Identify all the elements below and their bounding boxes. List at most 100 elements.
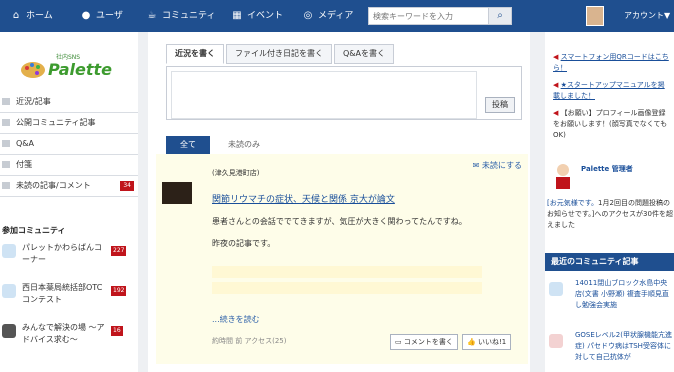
post-title-link[interactable]: 関節リウマチの症状、天候と関係 京大が論文 xyxy=(212,192,395,205)
community-item[interactable]: みんなで解決の場 〜アドバイス求む〜 16 xyxy=(0,318,138,354)
nav-home-label: ホーム xyxy=(26,11,53,21)
list-icon xyxy=(2,98,10,105)
post-body-line: 患者さんとの会話ででてきますが、気圧が大きく関わってたんですね。 xyxy=(212,217,467,226)
admin-message-lead[interactable]: [お元気様です。 xyxy=(547,199,598,207)
main-content: 近況を書く ファイル付き日記を書く Q&Aを書く 投稿 全て 未読のみ ✉ 未読… xyxy=(148,32,530,372)
nav-event-label: イベント xyxy=(247,11,284,21)
calendar-icon: ▦ xyxy=(232,10,242,21)
top-nav-bar: ⌂ ホーム ● ユーザ ☕ コミュニティ ▦ イベント ◎ メディア ⌕ アカウント▼ xyxy=(0,0,674,32)
comment-icon: ▭ xyxy=(395,338,404,346)
account-menu[interactable]: アカウント▼ xyxy=(624,0,670,32)
post-button[interactable]: 投稿 xyxy=(485,97,515,113)
community-name: みんなで解決の場 〜アドバイス求む〜 xyxy=(22,323,105,344)
recent-article-text[interactable]: GOSEレベル2(甲状腺機能亢進症) パセドウ病はTSH受容体に対して自己抗体が xyxy=(575,330,674,363)
tab-write-status[interactable]: 近況を書く xyxy=(166,44,224,64)
tab-write-qa[interactable]: Q&Aを書く xyxy=(334,44,395,64)
like-button-label: いいね! xyxy=(477,338,502,346)
tab-write-diary[interactable]: ファイル付き日記を書く xyxy=(226,44,332,64)
post-box: 投稿 xyxy=(166,66,522,120)
admin-name[interactable]: Palette 管理者 xyxy=(581,164,633,174)
nav-media[interactable]: ◎ メディア xyxy=(302,0,354,32)
recent-article-item[interactable]: GOSEレベル2(甲状腺機能亢進症) パセドウ病はTSH受容体に対して自己抗体が xyxy=(545,330,674,370)
notice-text: 【お願い】プロフィール画像登録をお願いします！(顔写真でなくてもOK) xyxy=(553,109,668,139)
user-icon: ● xyxy=(81,10,91,21)
side-menu: 近況/記事 公開コミュニティ記事 Q&A 付箋 未読の記事/コメント 34 xyxy=(0,92,138,197)
nav-event[interactable]: ▦ イベント xyxy=(231,0,283,32)
recent-community-title: 最近のコミュニティ記事 xyxy=(545,253,674,271)
tab-unread-only[interactable]: 未読のみ xyxy=(228,136,260,154)
search-button[interactable]: ⌕ xyxy=(488,8,511,24)
logo-title: Palette xyxy=(48,60,112,79)
home-icon: ⌂ xyxy=(12,10,20,21)
read-more-link[interactable]: ...続きを読む xyxy=(212,314,260,325)
palette-icon xyxy=(21,62,45,78)
qa-icon xyxy=(2,140,10,147)
community-item[interactable]: 西日本薬局統括部OTCコンテスト 192 xyxy=(0,278,138,314)
palette-logo[interactable]: 社内SNS Palette xyxy=(18,48,114,88)
comment-button-label: コメントを書く xyxy=(403,338,453,346)
search-input[interactable] xyxy=(369,8,495,24)
sidebar-item-public-community[interactable]: 公開コミュニティ記事 xyxy=(0,113,138,134)
feed-item: ✉ 未読にする (津久見港町店) 関節リウマチの症状、天候と関係 京大が論文 患… xyxy=(156,154,528,364)
community-name: 西日本薬局統括部OTCコンテスト xyxy=(22,283,103,304)
community-item[interactable]: パレットかわらばんコーナー 227 xyxy=(0,238,138,274)
globe-icon: ◎ xyxy=(303,10,313,21)
post-textarea[interactable] xyxy=(171,71,477,119)
notice-item[interactable]: ◀ スマートフォン用QRコードはこちら！ xyxy=(553,52,671,74)
sidebar-item-label: 付箋 xyxy=(16,160,32,169)
blurred-content xyxy=(212,282,482,294)
admin-avatar[interactable] xyxy=(551,162,575,192)
community-thumbnail xyxy=(2,244,16,258)
thumbs-up-icon: 👍 xyxy=(467,338,478,346)
like-count: 1 xyxy=(501,338,507,346)
search-icon: ⌕ xyxy=(497,10,503,21)
admin-message: [お元気様です。1月2回目の問題投稿のお知らせです。]へのアクセスが30件を超え… xyxy=(547,198,674,231)
search-box: ⌕ xyxy=(368,7,512,25)
blurred-content xyxy=(212,266,482,278)
sidebar-item-label: 公開コミュニティ記事 xyxy=(16,118,96,127)
comment-button[interactable]: ▭ コメントを書く xyxy=(390,334,458,350)
community-section-title: 参加コミュニティ xyxy=(2,226,66,235)
tab-all[interactable]: 全て xyxy=(166,136,210,154)
community-thumbnail xyxy=(2,284,16,298)
community-icon: ☕ xyxy=(147,10,157,21)
notice-item[interactable]: ◀ 【お願い】プロフィール画像登録をお願いします！(顔写真でなくてもOK) xyxy=(553,108,671,141)
sidebar-item-label: 近況/記事 xyxy=(16,97,51,106)
post-thumbnail[interactable] xyxy=(162,182,192,204)
nav-media-label: メディア xyxy=(318,11,354,21)
notice-link[interactable]: ★スタートアップマニュアルを掲載しました！ xyxy=(553,81,665,100)
nav-community[interactable]: ☕ コミュニティ xyxy=(146,0,216,32)
nav-home[interactable]: ⌂ ホーム xyxy=(10,0,53,32)
community-name: パレットかわらばんコーナー xyxy=(22,243,102,264)
notice-item[interactable]: ◀ ★スタートアップマニュアルを掲載しました！ xyxy=(553,80,671,102)
community-badge: 227 xyxy=(111,246,127,256)
recent-article-text[interactable]: 14011閉山ブロック水島中央店(文書 小野瀬) 複査手順見直し勉強会実施 xyxy=(575,278,674,311)
recent-article-item[interactable]: 14011閉山ブロック水島中央店(文書 小野瀬) 複査手順見直し勉強会実施 xyxy=(545,278,674,320)
sidebar-item-qa[interactable]: Q&A xyxy=(0,134,138,155)
post-tabs: 近況を書く ファイル付き日記を書く Q&Aを書く xyxy=(166,44,396,64)
sticky-note-icon xyxy=(2,161,10,168)
nav-community-label: コミュニティ xyxy=(162,11,216,21)
left-sidebar: 社内SNS Palette 近況/記事 公開コミュニティ記事 Q&A 付箋 未読… xyxy=(0,32,138,372)
list-icon xyxy=(2,182,10,189)
list-icon xyxy=(2,119,10,126)
unread-count-badge: 34 xyxy=(120,181,134,191)
notice-link[interactable]: スマートフォン用QRコードはこちら！ xyxy=(553,53,669,72)
mark-unread-link[interactable]: ✉ 未読にする xyxy=(473,160,522,171)
community-thumbnail xyxy=(2,324,16,338)
sidebar-item-label: 未読の記事/コメント xyxy=(16,181,91,190)
sidebar-item-sticky[interactable]: 付箋 xyxy=(0,155,138,176)
post-body-line: 昨夜の記事です。 xyxy=(212,239,276,248)
community-badge: 16 xyxy=(111,326,123,336)
avatar[interactable] xyxy=(586,6,604,26)
post-author[interactable]: (津久見港町店) xyxy=(212,168,259,178)
nav-user[interactable]: ● ユーザ xyxy=(80,0,123,32)
sidebar-item-unread[interactable]: 未読の記事/コメント 34 xyxy=(0,176,138,197)
right-sidebar: ◀ スマートフォン用QRコードはこちら！ ◀ ★スタートアップマニュアルを掲載し… xyxy=(545,32,674,372)
megaphone-icon: ◀ xyxy=(553,109,561,117)
like-button[interactable]: 👍 いいね!1 xyxy=(462,334,512,350)
post-meta: 約時間 前 アクセス(25) xyxy=(212,337,287,345)
sidebar-item-label: Q&A xyxy=(16,139,35,148)
sidebar-item-articles[interactable]: 近況/記事 xyxy=(0,92,138,113)
nav-user-label: ユーザ xyxy=(96,11,123,21)
